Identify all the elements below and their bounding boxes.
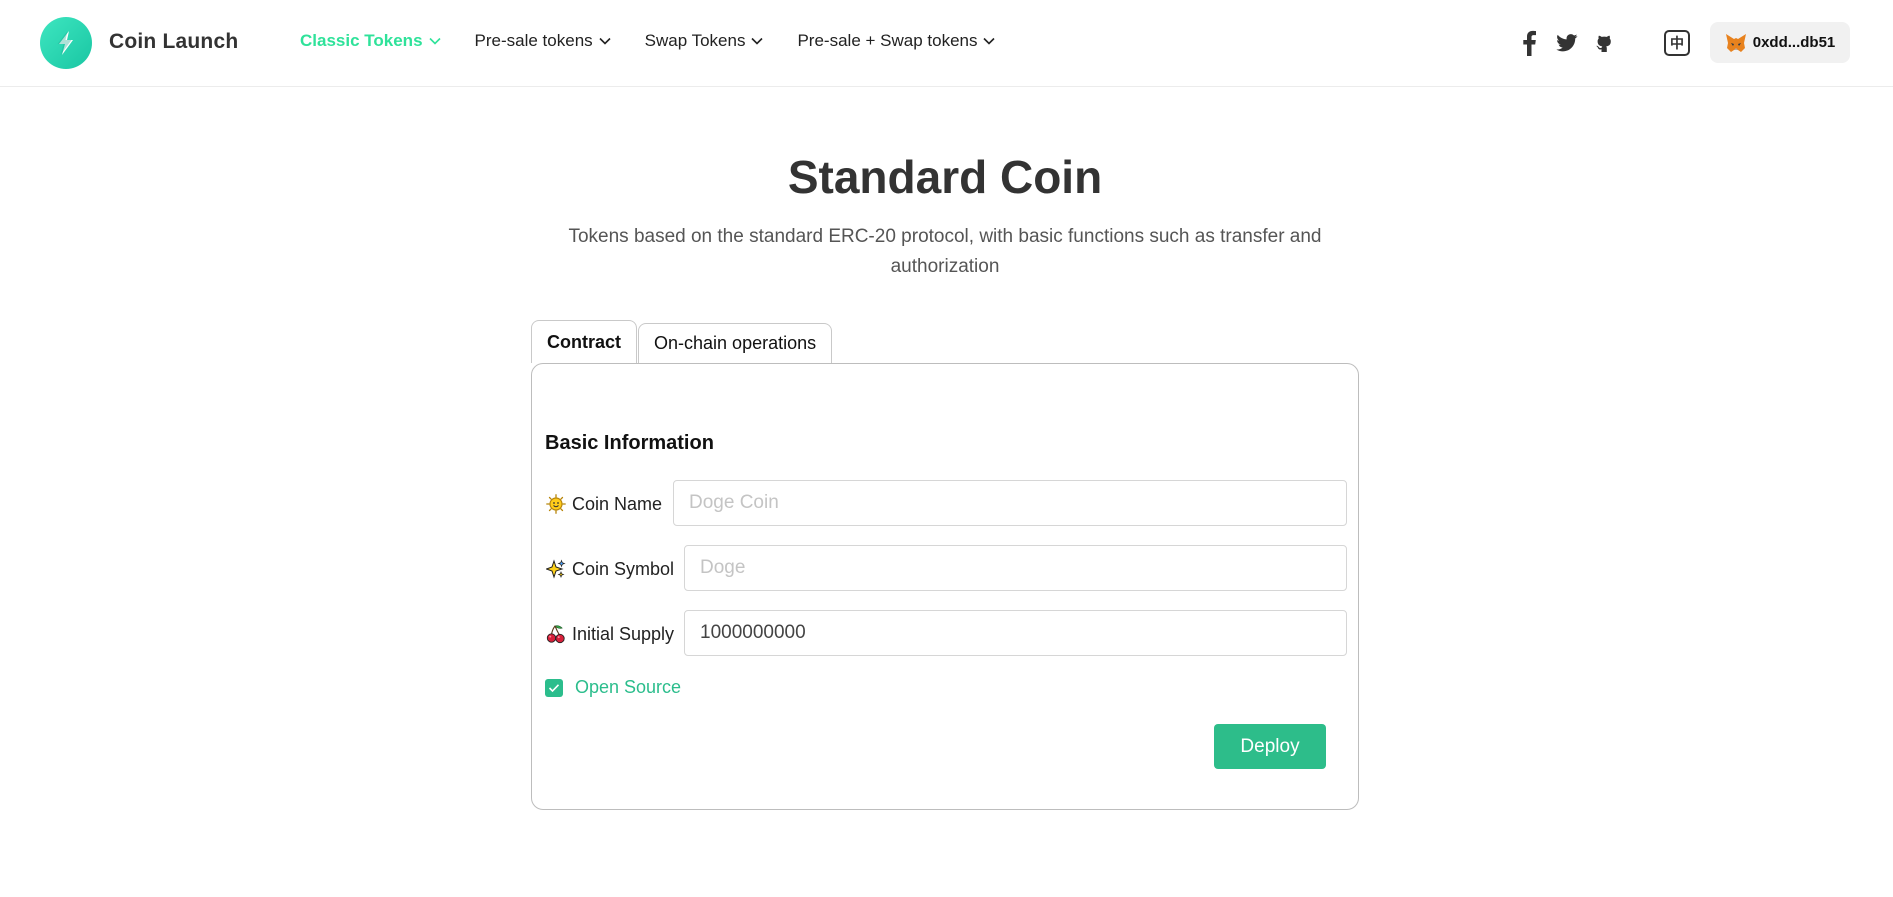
wallet-address: 0xdd...db51 — [1752, 34, 1836, 51]
initial-supply-label-text: Initial Supply — [572, 623, 675, 644]
tab-contract[interactable]: Contract — [531, 320, 638, 363]
open-source-checkbox-row[interactable]: Open Source — [545, 677, 681, 698]
top-header: Coin Launch Classic Tokens Pre-sale toke… — [0, 0, 1893, 87]
lightning-icon — [57, 31, 73, 55]
facebook-icon[interactable] — [1515, 29, 1543, 57]
open-source-checkbox[interactable] — [545, 678, 563, 697]
nav-label: Pre-sale tokens — [474, 31, 593, 50]
coin-launch-logo[interactable] — [40, 17, 92, 69]
coin-symbol-label: Coin Symbol — [545, 558, 674, 580]
contract-form-card: Basic Information Coin Name Doge Coin Co… — [531, 363, 1359, 810]
main-nav: Classic Tokens Pre-sale tokens Swap Toke… — [300, 31, 1029, 51]
coin-symbol-input[interactable] — [684, 545, 1347, 591]
brand-name[interactable]: Coin Launch — [109, 30, 238, 54]
coin-name-label-text: Coin Name — [572, 493, 663, 514]
sparkle-emoji-icon — [545, 558, 567, 580]
twitter-icon[interactable] — [1553, 29, 1581, 57]
initial-supply-input[interactable] — [684, 610, 1347, 656]
nav-label: Swap Tokens — [644, 31, 746, 50]
deploy-button[interactable]: Deploy — [1214, 724, 1326, 769]
initial-supply-label: Initial Supply — [545, 623, 674, 645]
checkmark-icon — [548, 683, 560, 692]
chevron-down-icon — [983, 37, 996, 45]
sun-emoji-icon — [545, 493, 567, 515]
coin-name-input[interactable] — [673, 480, 1347, 526]
chevron-down-icon — [599, 37, 611, 45]
wallet-button[interactable]: 0xdd...db51 — [1710, 22, 1850, 63]
social-links — [1515, 29, 1629, 57]
chevron-down-icon — [428, 37, 441, 45]
coin-symbol-label-text: Coin Symbol — [572, 558, 675, 579]
nav-presale-swap-tokens[interactable]: Pre-sale + Swap tokens — [797, 31, 996, 51]
nav-classic-tokens[interactable]: Classic Tokens — [300, 31, 441, 51]
language-toggle[interactable]: 中 — [1664, 30, 1690, 56]
nav-swap-tokens[interactable]: Swap Tokens — [645, 31, 764, 51]
tab-on-chain-operations[interactable]: On-chain operations — [638, 323, 833, 363]
tab-bar: Contract On-chain operations — [531, 320, 833, 363]
nav-label: Pre-sale + Swap tokens — [797, 31, 978, 50]
github-icon[interactable] — [1591, 29, 1619, 57]
cherries-emoji-icon — [545, 623, 567, 645]
coin-name-label: Coin Name — [545, 493, 662, 515]
section-title: Basic Information — [545, 432, 714, 454]
nav-label: Classic Tokens — [300, 31, 423, 50]
nav-presale-tokens[interactable]: Pre-sale tokens — [475, 31, 611, 51]
chevron-down-icon — [751, 37, 764, 45]
page-subtitle: Tokens based on the standard ERC-20 prot… — [568, 226, 1322, 277]
page-title: Standard Coin — [787, 151, 1103, 203]
open-source-label: Open Source — [575, 677, 682, 697]
metamask-fox-icon — [1725, 33, 1747, 53]
